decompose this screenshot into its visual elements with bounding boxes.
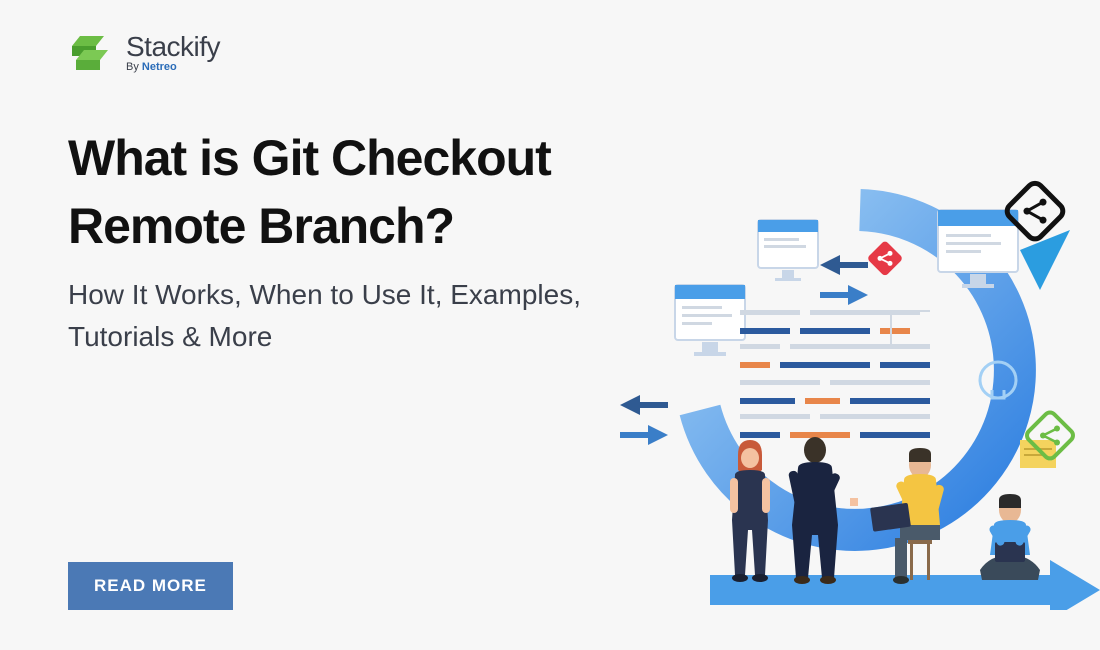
logo-byline-prefix: By [126, 61, 142, 73]
logo-byline: By Netreo [126, 61, 220, 73]
logo: Stackify By Netreo [68, 28, 220, 76]
logo-text: Stackify By Netreo [126, 31, 220, 73]
page-subtitle: How It Works, When to Use It, Examples, … [68, 274, 628, 358]
page-title: What is Git Checkout Remote Branch? [68, 125, 628, 260]
read-more-button[interactable]: READ MORE [68, 562, 233, 610]
logo-byline-brand: Netreo [142, 61, 177, 73]
logo-name: Stackify [126, 31, 220, 63]
agile-dev-illustration [590, 180, 1100, 610]
stackify-logo-icon [68, 28, 116, 76]
content-block: What is Git Checkout Remote Branch? How … [68, 125, 628, 358]
